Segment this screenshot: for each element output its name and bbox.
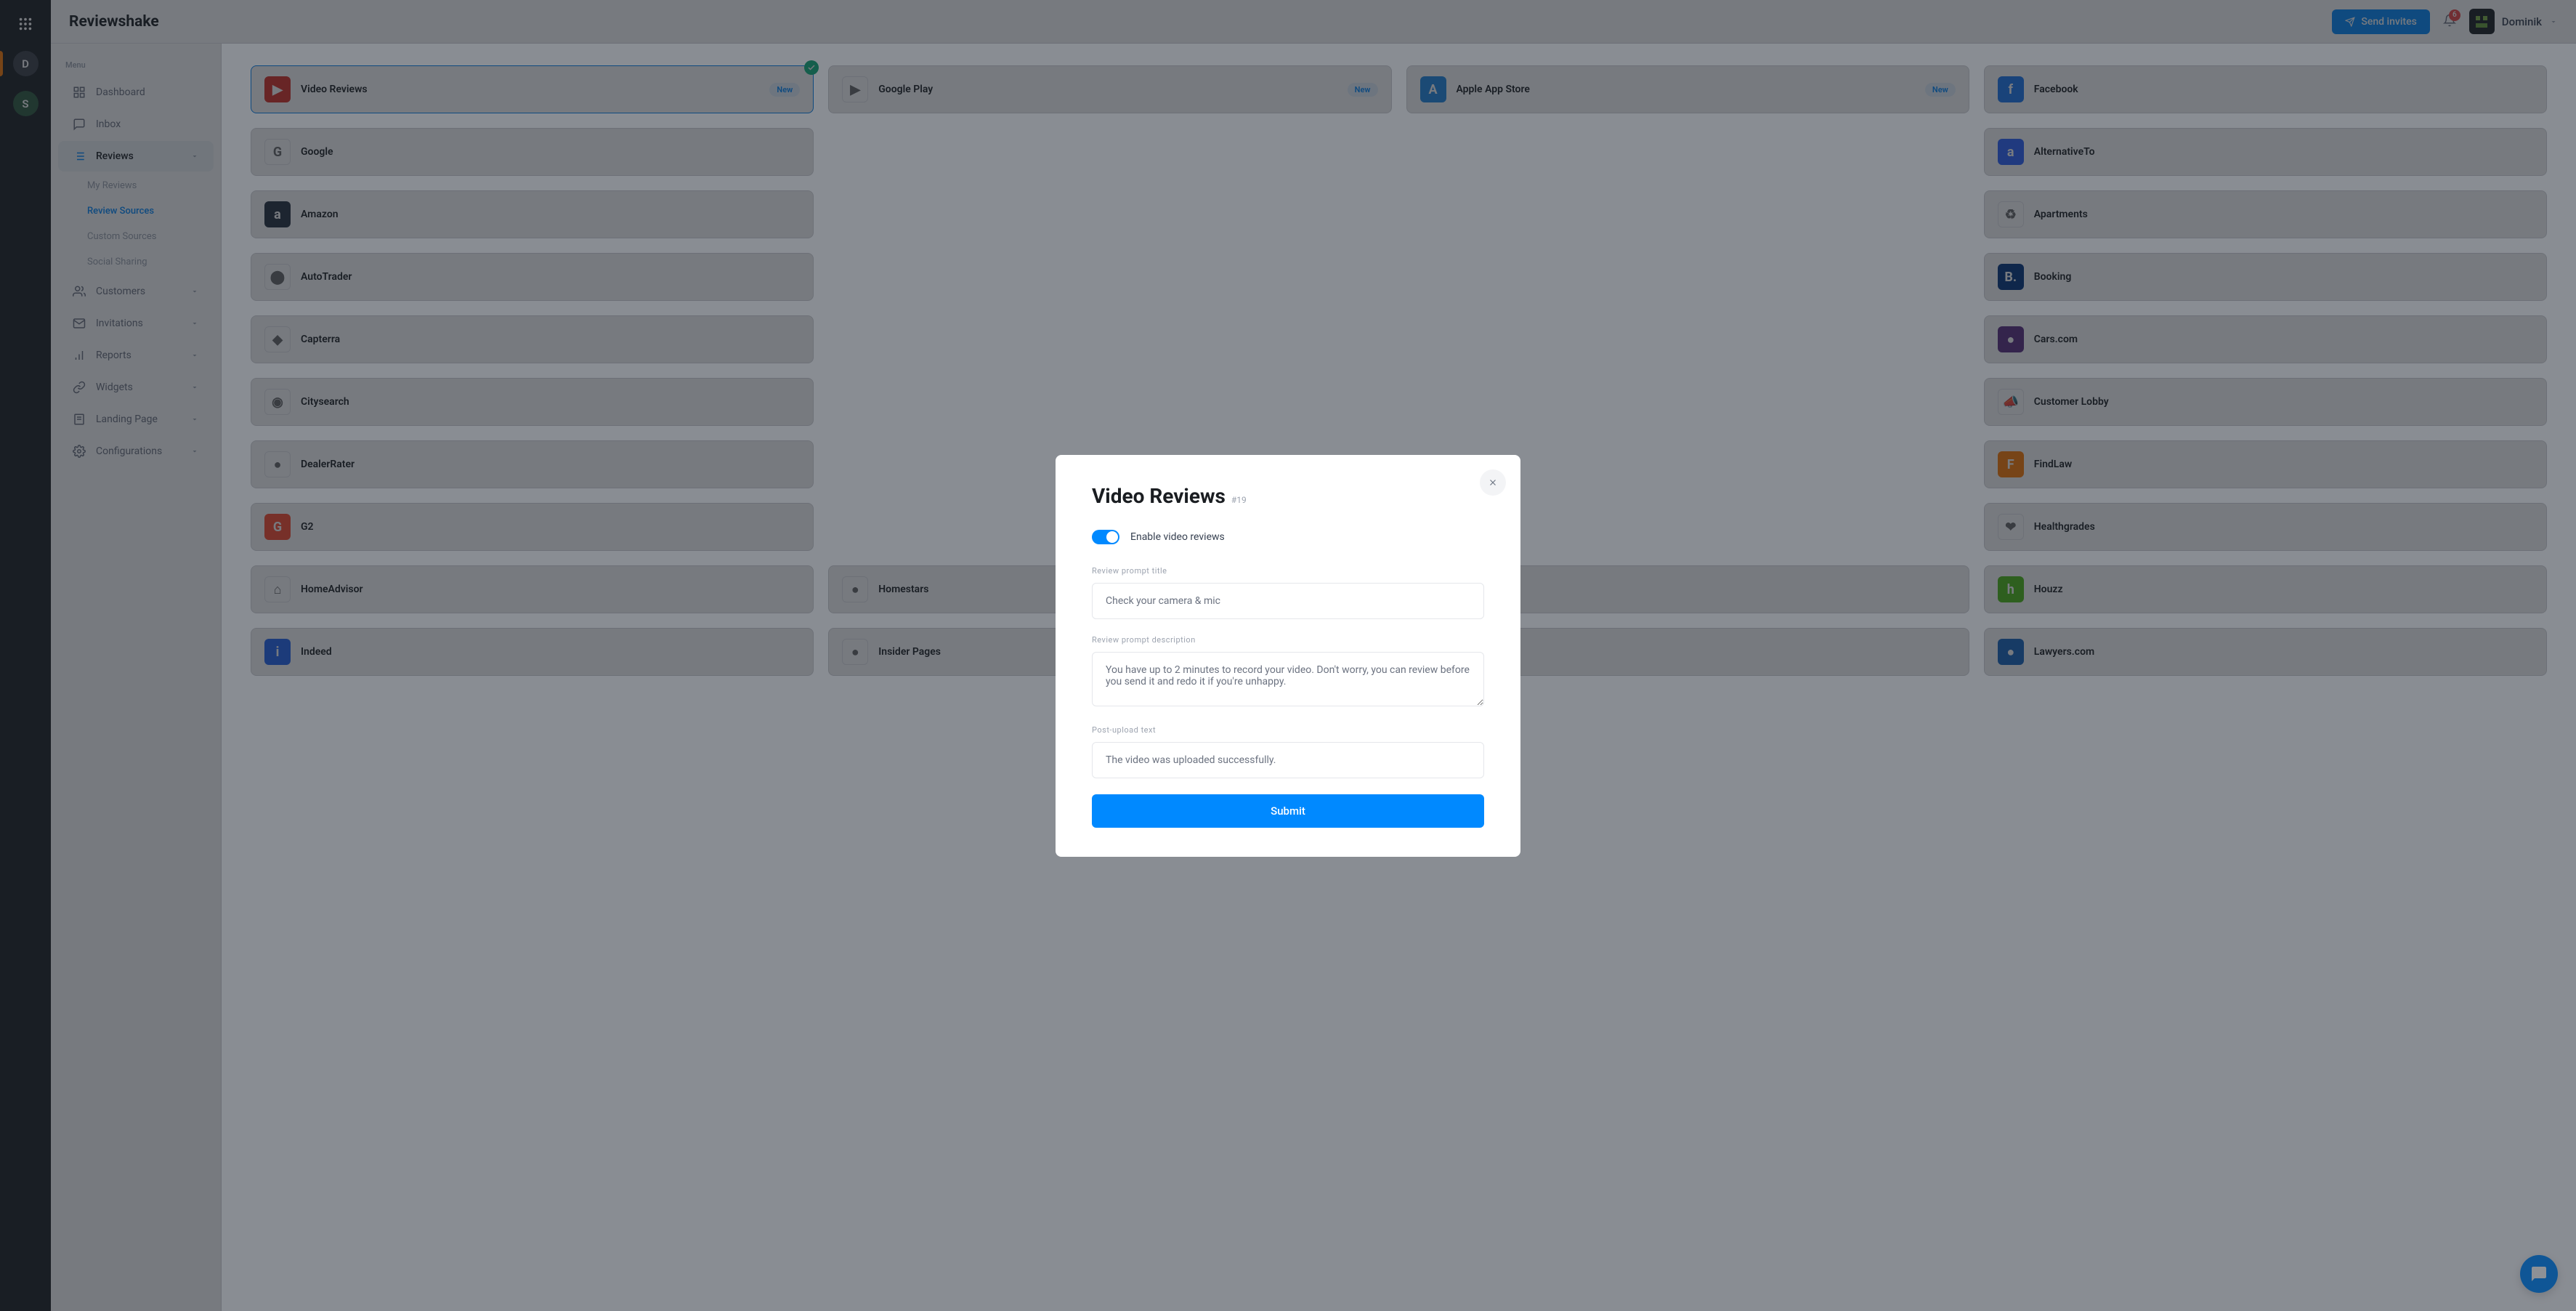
- close-icon: [1488, 477, 1498, 488]
- modal-title: Video Reviews #19: [1092, 484, 1484, 508]
- prompt-title-label: Review prompt title: [1092, 566, 1484, 576]
- post-upload-input[interactable]: [1092, 742, 1484, 778]
- prompt-description-textarea[interactable]: [1092, 652, 1484, 706]
- toggle-label: Enable video reviews: [1130, 531, 1225, 543]
- prompt-title-input[interactable]: [1092, 583, 1484, 619]
- video-reviews-modal: Video Reviews #19 Enable video reviews R…: [1056, 455, 1520, 857]
- modal-id: #19: [1231, 495, 1247, 505]
- enable-toggle[interactable]: [1092, 530, 1119, 544]
- close-button[interactable]: [1480, 469, 1506, 496]
- modal-overlay[interactable]: Video Reviews #19 Enable video reviews R…: [0, 0, 2576, 1311]
- post-upload-label: Post-upload text: [1092, 725, 1484, 735]
- submit-button[interactable]: Submit: [1092, 794, 1484, 828]
- prompt-description-label: Review prompt description: [1092, 635, 1484, 645]
